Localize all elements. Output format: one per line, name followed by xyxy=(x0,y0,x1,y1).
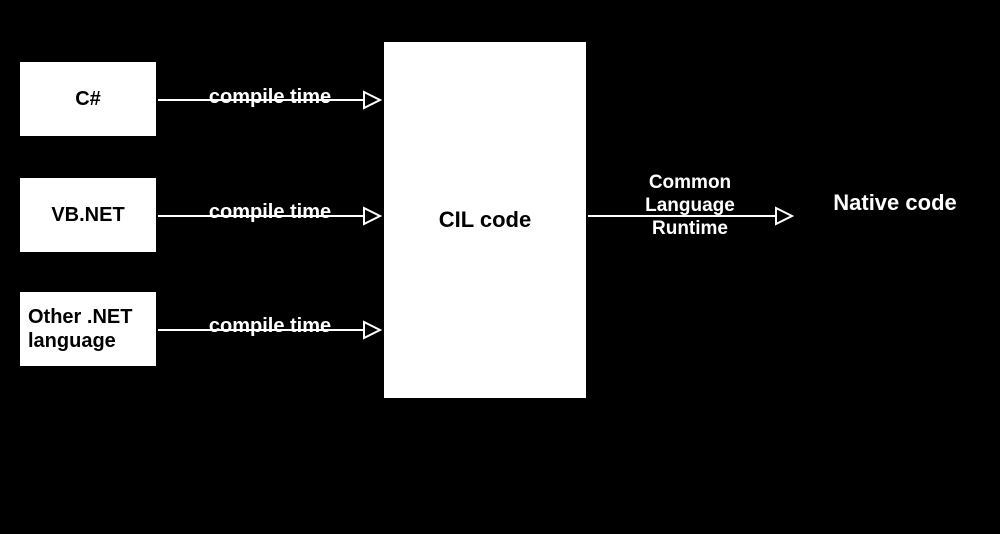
edge-label-compiler1: compile time xyxy=(175,85,365,109)
edge-label-native: Native code xyxy=(800,190,990,216)
box-vbnet-label: VB.NET xyxy=(51,204,124,227)
box-cil: CIL code xyxy=(382,40,588,400)
edge-label-compiler2: compile time xyxy=(175,200,365,224)
box-other-label: Other .NET language xyxy=(28,305,148,353)
box-other: Other .NET language xyxy=(18,290,158,368)
edge-label-clr: Common Language Runtime xyxy=(610,172,770,240)
box-csharp-label: C# xyxy=(75,88,101,111)
box-cil-label: CIL code xyxy=(439,207,532,233)
box-vbnet: VB.NET xyxy=(18,176,158,254)
edge-label-compiler3: compile time xyxy=(175,314,365,338)
box-csharp: C# xyxy=(18,60,158,138)
